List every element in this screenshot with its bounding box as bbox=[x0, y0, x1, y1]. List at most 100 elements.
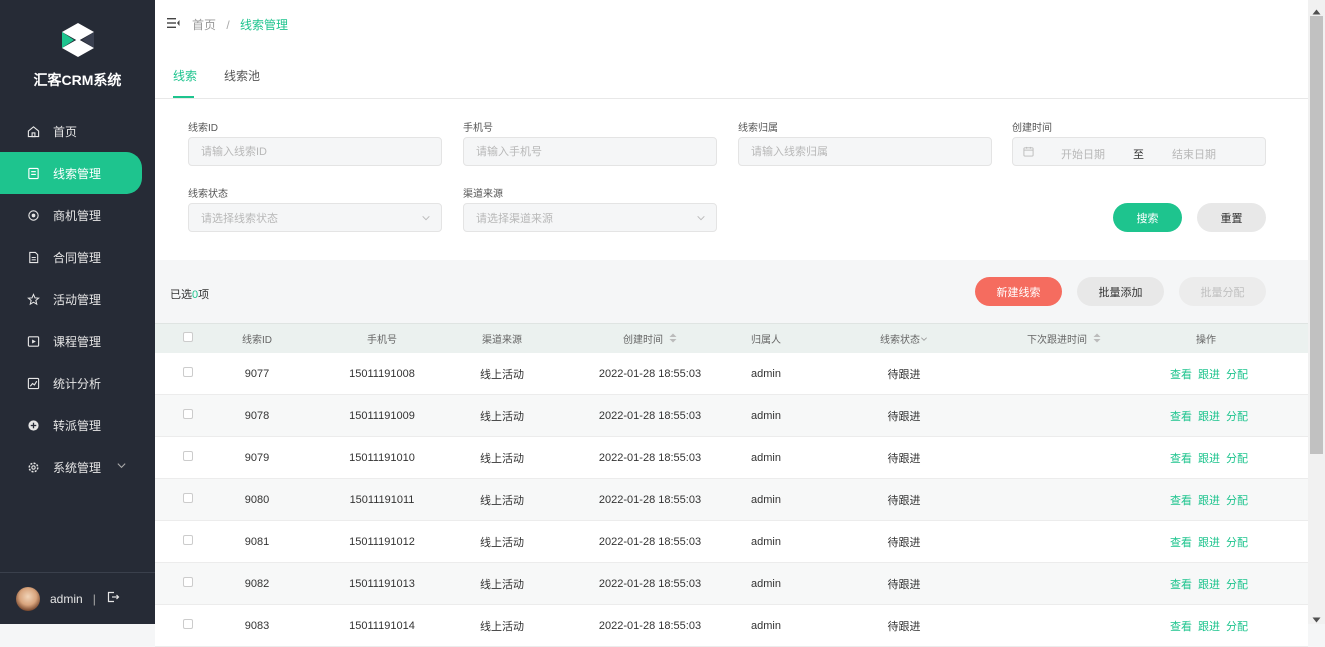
sidebar-item-activities[interactable]: 活动管理 bbox=[0, 278, 155, 320]
row-checkbox[interactable] bbox=[182, 535, 193, 545]
sidebar-item-label: 活动管理 bbox=[53, 292, 102, 307]
page-scrollbar[interactable] bbox=[1308, 0, 1325, 624]
clue-table: 线索ID 手机号 渠道来源 创建时间 归属人 线索状态 下次跟进时间 操作 90… bbox=[155, 323, 1308, 647]
header-owner: 归属人 bbox=[751, 335, 781, 346]
logout-icon[interactable] bbox=[106, 590, 120, 607]
sidebar-item-clues[interactable]: 线索管理 bbox=[0, 152, 142, 194]
table-row[interactable]: 9078 15011191009 线上活动 2022-01-28 18:55:03 ad… bbox=[155, 395, 1308, 437]
batch-add-button[interactable]: 批量添加 bbox=[1077, 277, 1164, 306]
phone-input[interactable] bbox=[463, 137, 717, 166]
follow-up-link[interactable]: 跟进 bbox=[1198, 495, 1220, 507]
new-clue-button[interactable]: 新建线索 bbox=[975, 277, 1062, 306]
view-link[interactable]: 查看 bbox=[1170, 495, 1192, 507]
header-clue-id: 线索ID bbox=[242, 335, 272, 346]
created-date-range[interactable]: 开始日期 至 结束日期 bbox=[1012, 137, 1266, 166]
channel-label: 渠道来源 bbox=[463, 189, 503, 200]
sidebar-item-opportunities[interactable]: 商机管理 bbox=[0, 194, 155, 236]
table-row[interactable]: 9083 15011191014 线上活动 2022-01-28 18:55:03 ad… bbox=[155, 605, 1308, 647]
assign-link[interactable]: 分配 bbox=[1226, 579, 1248, 591]
selected-suffix: 项 bbox=[198, 289, 210, 301]
cell-status: 待跟进 bbox=[887, 620, 921, 633]
follow-up-link[interactable]: 跟进 bbox=[1198, 621, 1220, 633]
assign-link[interactable]: 分配 bbox=[1226, 621, 1248, 633]
status-select[interactable]: 请选择线索状态 bbox=[188, 203, 442, 232]
tab-clues[interactable]: 线索 bbox=[173, 67, 197, 84]
sidebar-item-home[interactable]: 首页 bbox=[0, 110, 155, 152]
assign-link[interactable]: 分配 bbox=[1226, 411, 1248, 423]
batch-assign-button[interactable]: 批量分配 bbox=[1179, 277, 1266, 306]
cell-status: 待跟进 bbox=[887, 452, 921, 465]
view-link[interactable]: 查看 bbox=[1170, 621, 1192, 633]
date-range-separator: 至 bbox=[1133, 149, 1144, 161]
transfer-icon bbox=[26, 418, 40, 432]
cell-channel: 线上活动 bbox=[480, 536, 524, 549]
cell-status: 待跟进 bbox=[887, 494, 921, 507]
sidebar-item-label: 转派管理 bbox=[53, 418, 102, 433]
cell-actions: 查看 跟进 分配 bbox=[1104, 576, 1308, 592]
breadcrumb-home[interactable]: 首页 bbox=[192, 18, 216, 32]
view-link[interactable]: 查看 bbox=[1170, 411, 1192, 423]
table-row[interactable]: 9079 15011191010 线上活动 2022-01-28 18:55:03 ad… bbox=[155, 437, 1308, 479]
clue-id-input[interactable] bbox=[188, 137, 442, 166]
cell-channel: 线上活动 bbox=[480, 368, 524, 381]
view-link[interactable]: 查看 bbox=[1170, 453, 1192, 465]
header-created[interactable]: 创建时间 bbox=[552, 331, 748, 347]
row-checkbox[interactable] bbox=[182, 451, 193, 461]
status-select-placeholder: 请选择线索状态 bbox=[201, 212, 278, 225]
search-button[interactable]: 搜索 bbox=[1113, 203, 1182, 232]
view-link[interactable]: 查看 bbox=[1170, 579, 1192, 591]
end-date-input[interactable]: 结束日期 bbox=[1172, 146, 1216, 162]
cell-created: 2022-01-28 18:55:03 bbox=[598, 367, 702, 380]
view-link[interactable]: 查看 bbox=[1170, 369, 1192, 381]
table-header: 线索ID 手机号 渠道来源 创建时间 归属人 线索状态 下次跟进时间 操作 bbox=[155, 323, 1308, 353]
follow-up-link[interactable]: 跟进 bbox=[1198, 537, 1220, 549]
header-status[interactable]: 线索状态 bbox=[784, 331, 1024, 346]
scrollbar-thumb[interactable] bbox=[1310, 16, 1323, 454]
assign-link[interactable]: 分配 bbox=[1226, 453, 1248, 465]
select-all-checkbox[interactable] bbox=[182, 332, 193, 342]
header-next-followup[interactable]: 下次跟进时间 bbox=[1024, 331, 1104, 347]
sidebar-item-label: 线索管理 bbox=[53, 166, 102, 181]
owner-input[interactable] bbox=[738, 137, 992, 166]
cell-phone: 15011191011 bbox=[349, 493, 415, 506]
row-checkbox[interactable] bbox=[182, 367, 193, 377]
cell-channel: 线上活动 bbox=[480, 578, 524, 591]
cell-owner: admin bbox=[751, 367, 781, 380]
cell-clue-id: 9080 bbox=[244, 493, 270, 506]
table-row[interactable]: 9082 15011191013 线上活动 2022-01-28 18:55:03 ad… bbox=[155, 563, 1308, 605]
channel-select[interactable]: 请选择渠道来源 bbox=[463, 203, 717, 232]
app-logo[interactable]: 汇客CRM系统 bbox=[0, 22, 155, 90]
follow-up-link[interactable]: 跟进 bbox=[1198, 369, 1220, 381]
assign-link[interactable]: 分配 bbox=[1226, 495, 1248, 507]
follow-up-link[interactable]: 跟进 bbox=[1198, 579, 1220, 591]
clue-id-label: 线索ID bbox=[188, 123, 218, 134]
row-checkbox[interactable] bbox=[182, 577, 193, 587]
document-icon bbox=[26, 250, 40, 264]
table-row[interactable]: 9077 15011191008 线上活动 2022-01-28 18:55:03 ad… bbox=[155, 353, 1308, 395]
sidebar-item-system[interactable]: 系统管理 bbox=[0, 446, 155, 488]
row-checkbox[interactable] bbox=[182, 409, 193, 419]
follow-up-link[interactable]: 跟进 bbox=[1198, 453, 1220, 465]
assign-link[interactable]: 分配 bbox=[1226, 537, 1248, 549]
cell-channel: 线上活动 bbox=[480, 410, 524, 423]
sidebar-item-statistics[interactable]: 统计分析 bbox=[0, 362, 155, 404]
start-date-input[interactable]: 开始日期 bbox=[1061, 146, 1105, 162]
sidebar-item-transfer[interactable]: 转派管理 bbox=[0, 404, 155, 446]
tab-clue-pool[interactable]: 线索池 bbox=[224, 67, 260, 84]
follow-up-link[interactable]: 跟进 bbox=[1198, 411, 1220, 423]
menu-fold-icon[interactable] bbox=[167, 17, 180, 32]
avatar[interactable] bbox=[16, 586, 40, 611]
sidebar-item-contracts[interactable]: 合同管理 bbox=[0, 236, 155, 278]
table-row[interactable]: 9080 15011191011 线上活动 2022-01-28 18:55:03 ad… bbox=[155, 479, 1308, 521]
calendar-icon bbox=[1023, 146, 1034, 160]
chart-icon bbox=[26, 376, 40, 390]
view-link[interactable]: 查看 bbox=[1170, 537, 1192, 549]
video-icon bbox=[26, 334, 40, 348]
sidebar-item-courses[interactable]: 课程管理 bbox=[0, 320, 155, 362]
assign-link[interactable]: 分配 bbox=[1226, 369, 1248, 381]
row-checkbox[interactable] bbox=[182, 619, 193, 629]
row-checkbox[interactable] bbox=[182, 493, 193, 503]
reset-button[interactable]: 重置 bbox=[1197, 203, 1266, 232]
table-row[interactable]: 9081 15011191012 线上活动 2022-01-28 18:55:03 ad… bbox=[155, 521, 1308, 563]
cell-phone: 15011191014 bbox=[349, 619, 415, 632]
